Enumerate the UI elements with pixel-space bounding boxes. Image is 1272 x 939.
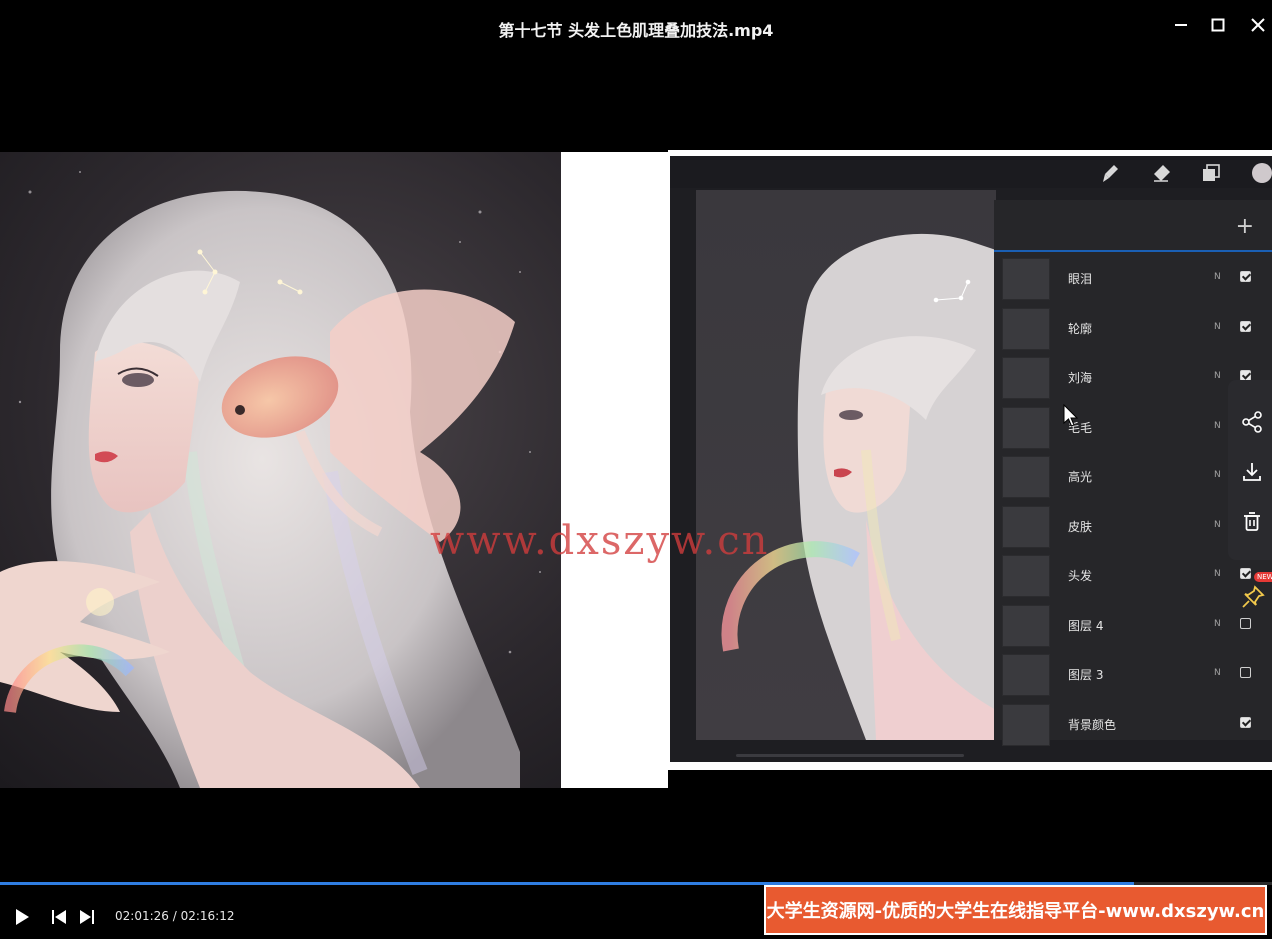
layer-name: 轮廓	[1068, 321, 1093, 336]
layer-thumbnail	[1002, 604, 1050, 647]
trash-icon	[1244, 512, 1260, 531]
eraser-icon	[1154, 165, 1170, 182]
girl-goldfish-illustration	[0, 171, 541, 788]
color-tool[interactable]	[1251, 162, 1272, 184]
layer-visibility-checkbox[interactable]	[1240, 320, 1251, 332]
layer-name: 眼泪	[1068, 272, 1093, 286]
layer-name: 高光	[1068, 470, 1093, 484]
frame-gap	[561, 152, 668, 788]
procreate-app: + 眼泪 N 轮廓 N 刘海 N 毛毛 N 高光 N 皮肤 N 头发 N 图层 4 N 图层 3 N 背景颜色	[670, 156, 1272, 762]
color-icon	[1252, 163, 1272, 183]
close-icon	[1251, 18, 1265, 32]
layer-thumbnail	[1002, 505, 1050, 548]
watermark: www.dxszyw.cn	[430, 518, 770, 564]
layer-thumbnail	[1002, 357, 1050, 399]
layer-thumbnail	[1002, 406, 1050, 449]
layer-blend-mode[interactable]: N	[1214, 272, 1221, 282]
layer-visibility-checkbox[interactable]	[1240, 667, 1251, 678]
promo-banner[interactable]: 大学生资源网-优质的大学生在线指导平台-www.dxszyw.cn	[764, 885, 1267, 935]
layers-panel-header: +	[994, 200, 1272, 252]
layer-row[interactable]: 轮廓 N	[994, 306, 1272, 352]
drawing-canvas[interactable]	[696, 190, 996, 740]
play-button[interactable]	[14, 908, 30, 930]
add-layer-button[interactable]: +	[1236, 214, 1254, 239]
layer-thumbnail	[1002, 307, 1050, 350]
layer-row[interactable]: 头发 N	[994, 553, 1272, 599]
eraser-tool[interactable]	[1150, 162, 1172, 184]
layers-icon	[1203, 164, 1220, 181]
layer-blend-mode[interactable]: N	[1214, 322, 1221, 332]
layer-thumbnail	[1002, 703, 1050, 746]
layer-visibility-checkbox[interactable]	[1240, 568, 1251, 579]
finished-artwork	[0, 152, 561, 788]
layer-blend-mode[interactable]: N	[1214, 619, 1221, 629]
layer-thumbnail	[1002, 555, 1050, 597]
layer-blend-mode[interactable]: N	[1214, 470, 1221, 480]
pin-icon	[1242, 585, 1265, 608]
layer-thumbnail	[1002, 456, 1050, 498]
pin-button[interactable]	[1240, 584, 1266, 610]
minimize-button[interactable]	[1170, 14, 1192, 36]
procreate-recording: + 眼泪 N 轮廓 N 刘海 N 毛毛 N 高光 N 皮肤 N 头发 N 图层 4 N 图层 3 N 背景颜色	[668, 150, 1272, 770]
skip-previous-icon	[52, 910, 66, 924]
share-icon	[1242, 411, 1262, 433]
layer-row[interactable]: 图层 4 N	[994, 603, 1272, 649]
layer-name: 图层 3	[1068, 668, 1104, 682]
new-badge: NEW	[1254, 572, 1272, 582]
layer-name: 图层 4	[1068, 618, 1104, 633]
download-button[interactable]	[1240, 460, 1264, 484]
layer-visibility-checkbox[interactable]	[1240, 271, 1251, 282]
work-in-progress-illustration	[721, 233, 996, 740]
layer-row[interactable]: 图层 3 N	[994, 652, 1272, 698]
layer-blend-mode[interactable]: N	[1214, 421, 1221, 431]
brush-icon	[1103, 165, 1118, 182]
video-frame[interactable]: + 眼泪 N 轮廓 N 刘海 N 毛毛 N 高光 N 皮肤 N 头发 N 图层 4 N 图层 3 N 背景颜色	[0, 150, 1272, 790]
previous-button[interactable]	[51, 909, 67, 929]
next-button[interactable]	[79, 909, 95, 929]
layer-name: 皮肤	[1068, 519, 1093, 534]
layer-name: 刘海	[1068, 371, 1093, 385]
layer-visibility-checkbox[interactable]	[1240, 716, 1251, 728]
layer-blend-mode[interactable]: N	[1214, 520, 1221, 530]
maximize-icon	[1211, 18, 1225, 32]
layer-visibility-checkbox[interactable]	[1240, 617, 1251, 629]
skip-next-icon	[80, 910, 94, 924]
layer-row[interactable]: 背景颜色	[994, 702, 1272, 748]
layer-blend-mode[interactable]: N	[1214, 668, 1221, 678]
maximize-button[interactable]	[1207, 14, 1229, 36]
layer-blend-mode[interactable]: N	[1214, 569, 1221, 579]
time-display: 02:01:26 / 02:16:12	[115, 909, 235, 923]
layers-tool[interactable]	[1200, 162, 1222, 184]
promo-banner-text: 大学生资源网-优质的大学生在线指导平台-www.dxszyw.cn	[766, 901, 1265, 922]
title-bar: 第十七节 头发上色肌理叠加技法.mp4	[0, 0, 1272, 56]
layer-thumbnail	[1002, 654, 1050, 696]
mouse-cursor-icon	[1063, 404, 1079, 427]
layer-blend-mode[interactable]: N	[1214, 371, 1221, 381]
canvas-scrollbar[interactable]	[736, 754, 964, 757]
layer-name: 头发	[1068, 569, 1093, 583]
play-icon	[16, 909, 29, 925]
layer-name: 背景颜色	[1068, 717, 1117, 732]
brush-tool[interactable]	[1099, 162, 1121, 184]
minimize-icon	[1175, 24, 1187, 26]
share-button[interactable]	[1240, 410, 1264, 434]
layer-thumbnail	[1002, 258, 1050, 300]
procreate-toolbar	[670, 156, 1272, 188]
floating-toolbar	[1228, 380, 1272, 560]
layer-row[interactable]: 眼泪 N	[994, 256, 1272, 302]
close-button[interactable]	[1247, 14, 1269, 36]
download-icon	[1243, 463, 1261, 481]
window-title: 第十七节 头发上色肌理叠加技法.mp4	[498, 21, 774, 40]
delete-button[interactable]	[1240, 510, 1264, 534]
